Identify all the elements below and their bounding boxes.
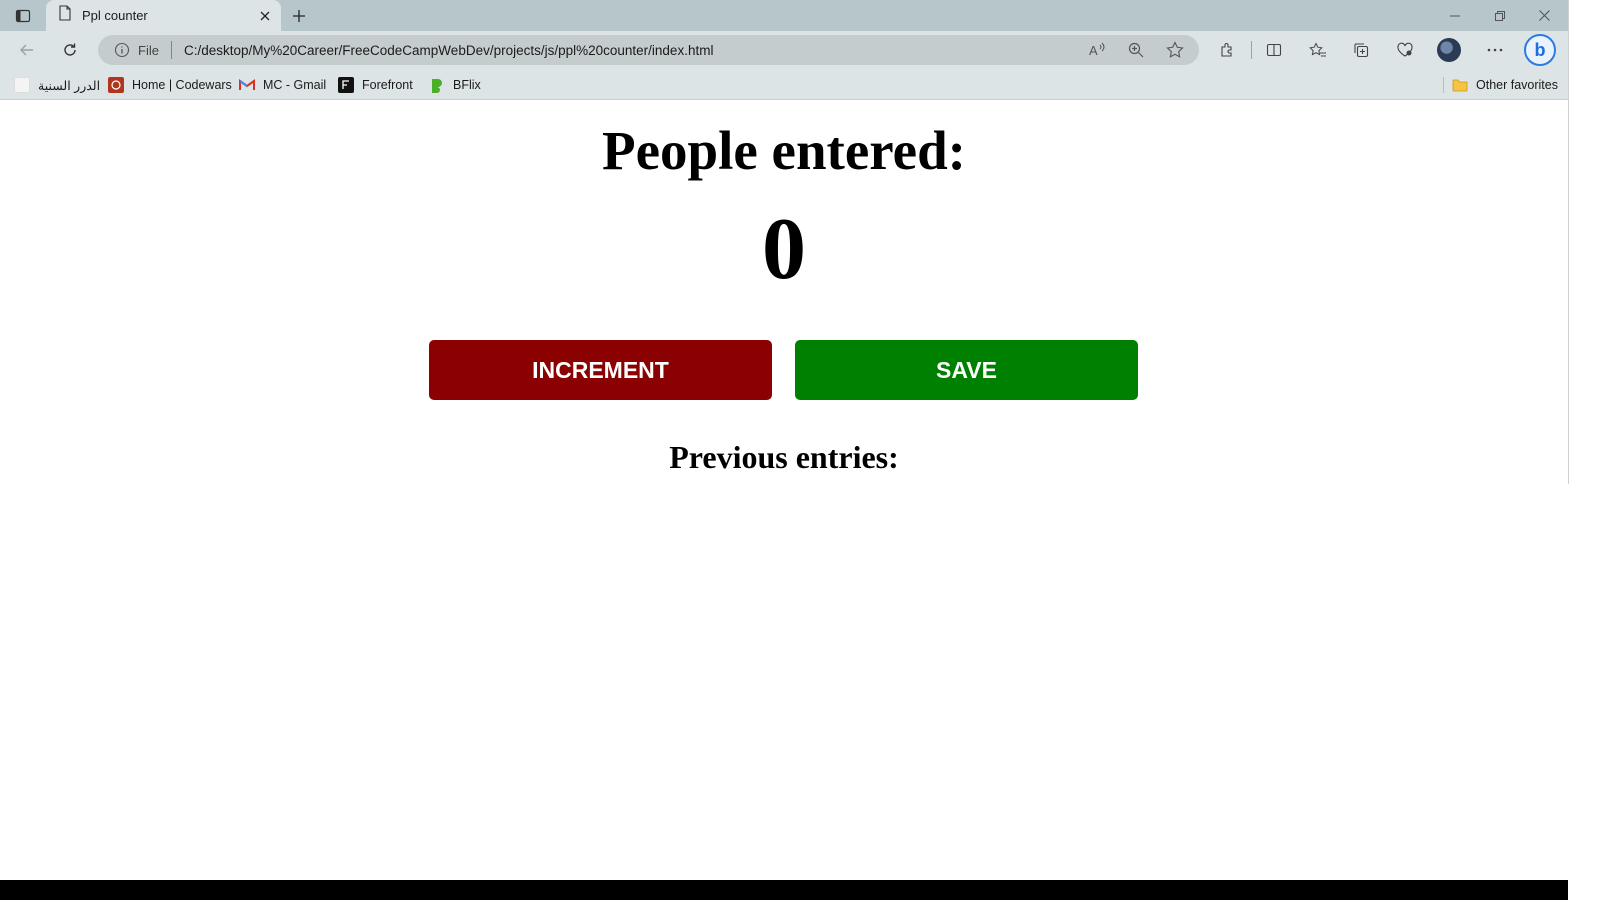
read-aloud-icon[interactable]: A <box>1084 38 1110 62</box>
tab-strip: Ppl counter <box>0 0 1568 31</box>
page-icon <box>14 77 30 93</box>
collections-icon[interactable] <box>1346 36 1376 64</box>
page-icon <box>58 5 72 26</box>
bookmark-label: MC - Gmail <box>263 78 327 92</box>
other-favorites[interactable]: Other favorites <box>1452 74 1558 96</box>
window-edge <box>1568 0 1569 484</box>
save-button[interactable]: SAVE <box>795 340 1138 400</box>
active-tab[interactable]: Ppl counter <box>46 0 281 31</box>
toolbar-divider <box>1251 41 1252 59</box>
bookmark-item[interactable]: الدرر السنية <box>14 74 100 96</box>
codewars-icon <box>108 77 124 93</box>
minimize-icon[interactable] <box>1432 0 1477 31</box>
bookmark-label: BFlix <box>453 78 481 92</box>
page-heading: People entered: <box>602 120 966 181</box>
gmail-icon <box>239 77 255 93</box>
favorites-bar: الدرر السنية Home | Codewars MC - Gmail … <box>0 69 1568 100</box>
browser-window: Ppl counter File C:/desktop/My%20Career/… <box>0 0 1568 880</box>
address-bar[interactable]: File C:/desktop/My%20Career/FreeCodeCamp… <box>98 35 1199 65</box>
tab-title: Ppl counter <box>82 8 148 23</box>
tab-actions-icon[interactable] <box>8 4 38 28</box>
extensions-icon[interactable] <box>1212 36 1242 64</box>
restore-icon[interactable] <box>1477 0 1522 31</box>
close-window-icon[interactable] <box>1522 0 1567 31</box>
bookmark-item[interactable]: MC - Gmail <box>239 74 326 96</box>
site-info-icon[interactable] <box>114 42 130 58</box>
bookmark-label: Forefront <box>362 78 413 92</box>
folder-icon <box>1452 77 1468 93</box>
svg-text:A: A <box>1089 43 1098 58</box>
bookmark-item[interactable]: Forefront <box>338 74 413 96</box>
zoom-icon[interactable] <box>1123 38 1149 62</box>
address-divider <box>170 41 172 59</box>
refresh-icon[interactable] <box>55 36 85 64</box>
people-count: 0 <box>762 201 806 298</box>
previous-entries-heading: Previous entries: <box>669 439 899 475</box>
bookmark-item[interactable]: Home | Codewars <box>108 74 232 96</box>
browser-essentials-icon[interactable] <box>1390 36 1420 64</box>
favorites-icon[interactable] <box>1303 36 1333 64</box>
profile-avatar[interactable] <box>1437 38 1461 62</box>
split-screen-icon[interactable] <box>1259 36 1289 64</box>
new-tab-button[interactable] <box>286 3 312 29</box>
url-text[interactable]: C:/desktop/My%20Career/FreeCodeCampWebDe… <box>184 43 1199 58</box>
navigation-toolbar: File C:/desktop/My%20Career/FreeCodeCamp… <box>0 31 1568 69</box>
back-icon[interactable] <box>12 36 42 64</box>
bing-copilot-icon[interactable]: b <box>1524 34 1556 66</box>
more-menu-icon[interactable] <box>1480 36 1510 64</box>
page-content: People entered: 0 INCREMENT SAVE Previou… <box>0 100 1568 880</box>
favorites-divider <box>1443 77 1444 93</box>
forefront-icon <box>338 77 354 93</box>
bflix-icon <box>429 77 445 93</box>
other-favorites-label: Other favorites <box>1476 78 1558 92</box>
bookmark-label: الدرر السنية <box>38 78 101 93</box>
window-gutter <box>1568 0 1601 900</box>
bookmark-item[interactable]: BFlix <box>429 74 481 96</box>
url-scheme: File <box>138 42 159 58</box>
increment-button[interactable]: INCREMENT <box>429 340 772 400</box>
bookmark-label: Home | Codewars <box>132 78 232 92</box>
favorite-star-icon[interactable] <box>1162 38 1188 62</box>
tab-close-icon[interactable] <box>253 4 277 28</box>
